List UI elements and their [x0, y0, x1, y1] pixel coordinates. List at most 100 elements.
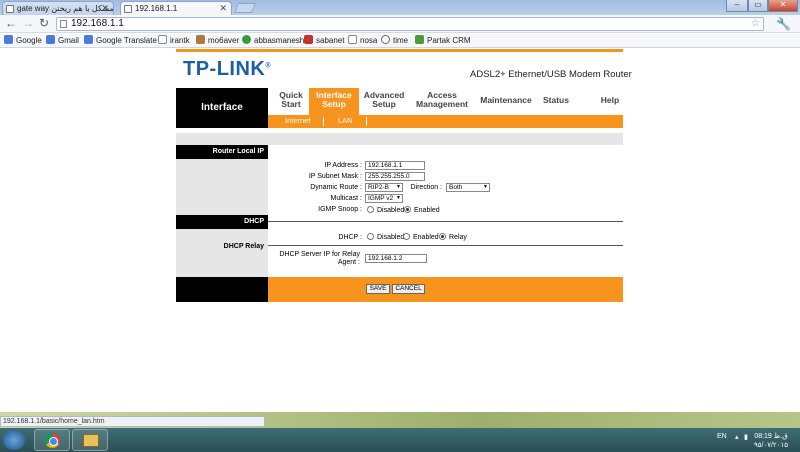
router-local-ip-heading: Router Local IP [176, 145, 268, 159]
bookmark-gmail[interactable]: Gmail [46, 35, 79, 47]
tab-close-icon[interactable]: ✕ [219, 2, 227, 15]
multicast-label: Multicast : [330, 195, 362, 202]
menu-maintenance[interactable]: Maintenance [480, 96, 532, 105]
page-icon [60, 20, 67, 28]
dhcp-relay-radio[interactable] [439, 233, 446, 240]
wrench-menu-icon[interactable]: 🔧 [776, 17, 791, 31]
tp-link-logo: TP-LINK® [183, 58, 272, 80]
bookmark-google[interactable]: Google [4, 35, 42, 47]
tab-label: gate way مشکل با هم ریختن [17, 4, 114, 13]
dhcp-relay-label: Relay [449, 234, 467, 241]
windows-taskbar [0, 428, 800, 452]
bookmark-label: nosa [360, 36, 378, 45]
clock-date: ۹۵/۰۷/۲۰۱۵ [754, 442, 788, 449]
address-text: 192.168.1.1 [71, 18, 124, 29]
submenu-internet[interactable]: Internet [285, 115, 310, 127]
relay-server-label: DHCP Server IP for Relay Agent : [279, 251, 360, 266]
bookmark-label: abbasmanesh [254, 36, 305, 45]
dhcp-enabled-radio[interactable] [403, 233, 410, 240]
bookmark-label: sabanet [316, 36, 345, 45]
network-icon[interactable]: ▮ [744, 433, 748, 441]
bookmark-google-translate[interactable]: Google Translate [84, 35, 157, 47]
save-button[interactable]: SAVE [366, 284, 390, 294]
relay-server-input[interactable]: 192.168.1.2 [365, 254, 427, 263]
bookmark-label: Google [16, 36, 42, 45]
google-icon [46, 35, 55, 44]
dhcp-enabled-label: Enabled [413, 234, 439, 241]
windows-start-icon[interactable] [3, 430, 25, 450]
direction-label: Direction : [410, 184, 442, 191]
top-orange-bar [176, 49, 623, 52]
clock-time: ق.ظ 08:19 [754, 433, 788, 440]
cancel-button[interactable]: CANCEL [392, 284, 425, 294]
section-title: Interface [176, 88, 268, 115]
taskbar-explorer[interactable] [72, 429, 108, 451]
bookmark-label: Gmail [58, 36, 79, 45]
minimize-button[interactable]: – [726, 0, 748, 12]
bookmark-sabanet[interactable]: sabanet [304, 35, 344, 47]
menu-advanced-setup[interactable]: Advanced Setup [362, 91, 406, 109]
reload-icon[interactable]: ↻ [39, 16, 49, 30]
browser-toolbar: ← → ↻ 192.168.1.1 ☆ [0, 15, 800, 33]
igmp-snoop-label: IGMP Snoop : [318, 206, 362, 213]
bookmarks-bar: Google Gmail Google Translate irantk mo6… [0, 34, 800, 48]
bookmark-label: irantk [170, 36, 190, 45]
igmp-enabled-radio[interactable] [404, 206, 411, 213]
menu-status[interactable]: Status [542, 96, 570, 105]
dhcp-relay-heading: DHCP Relay [223, 243, 264, 250]
bookmark-time[interactable]: time [381, 35, 408, 47]
bookmark-nosa[interactable]: nosa [348, 35, 377, 47]
language-indicator[interactable]: EN [717, 433, 727, 440]
dynamic-route-select[interactable]: RIP2-B [365, 183, 403, 192]
tab-gateway[interactable]: gate way مشکل با هم ریختن ✕ [2, 1, 114, 15]
bookmark-mo6aver[interactable]: mo6aver [196, 35, 239, 47]
gray-spacer [176, 133, 623, 145]
address-bar[interactable]: 192.168.1.1 ☆ [56, 17, 764, 31]
tab-label: 192.168.1.1 [135, 4, 178, 13]
subnet-mask-label: IP Subnet Mask : [308, 173, 362, 180]
tab-close-icon[interactable]: ✕ [101, 2, 109, 15]
taskbar-clock[interactable]: ق.ظ 08:19 ۹۵/۰۷/۲۰۱۵ [754, 432, 788, 450]
footer-bar [268, 277, 623, 302]
forward-icon[interactable]: → [22, 16, 34, 30]
submenu-left-block [176, 115, 268, 128]
globe-icon [242, 35, 251, 44]
submenu-bar [268, 115, 623, 128]
igmp-enabled-label: Enabled [414, 207, 440, 214]
bookmark-label: Google Translate [96, 36, 157, 45]
router-page: TP-LINK® ADSL2+ Ethernet/USB Modem Route… [0, 49, 800, 412]
tab-router[interactable]: 192.168.1.1 ✕ [120, 1, 232, 15]
subnet-mask-input[interactable]: 255.255.255.0 [365, 172, 425, 181]
page-favicon-icon [124, 5, 132, 13]
menu-interface-setup[interactable]: Interface Setup [309, 88, 359, 115]
maximize-button[interactable]: ▭ [748, 0, 768, 12]
page-icon [158, 35, 167, 44]
bookmark-abbasmanesh[interactable]: abbasmanesh [242, 35, 304, 47]
leaf-icon [415, 35, 424, 44]
submenu-lan[interactable]: LAN [338, 115, 353, 127]
sabanet-icon [304, 35, 313, 44]
tray-arrow-icon[interactable]: ▴ [735, 433, 739, 441]
bookmark-partak-crm[interactable]: Partak CRM [415, 35, 471, 47]
submenu-divider [323, 117, 324, 126]
explorer-icon [83, 434, 99, 447]
close-window-button[interactable]: ✕ [768, 0, 798, 12]
dhcp-disabled-radio[interactable] [367, 233, 374, 240]
dynamic-route-label: Dynamic Route : [310, 184, 362, 191]
menu-help[interactable]: Help [600, 96, 620, 105]
bookmark-star-icon[interactable]: ☆ [751, 18, 760, 30]
menu-quick-start[interactable]: Quick Start [276, 91, 306, 109]
igmp-disabled-label: Disabled [377, 207, 405, 214]
bookmark-irantk[interactable]: irantk [158, 35, 190, 47]
menu-access-management[interactable]: Access Management [414, 91, 470, 109]
direction-select[interactable]: Both [446, 183, 490, 192]
new-tab-button[interactable] [234, 3, 256, 13]
clock-icon [381, 35, 390, 44]
taskbar-chrome[interactable] [34, 429, 70, 451]
model-name: ADSL2+ Ethernet/USB Modem Router [470, 69, 632, 80]
bookmark-label: Partak CRM [427, 36, 471, 45]
ip-address-input[interactable]: 192.168.1.1 [365, 161, 425, 170]
back-icon[interactable]: ← [5, 16, 17, 30]
igmp-disabled-radio[interactable] [367, 206, 374, 213]
multicast-select[interactable]: IGMP v2 [365, 194, 403, 203]
